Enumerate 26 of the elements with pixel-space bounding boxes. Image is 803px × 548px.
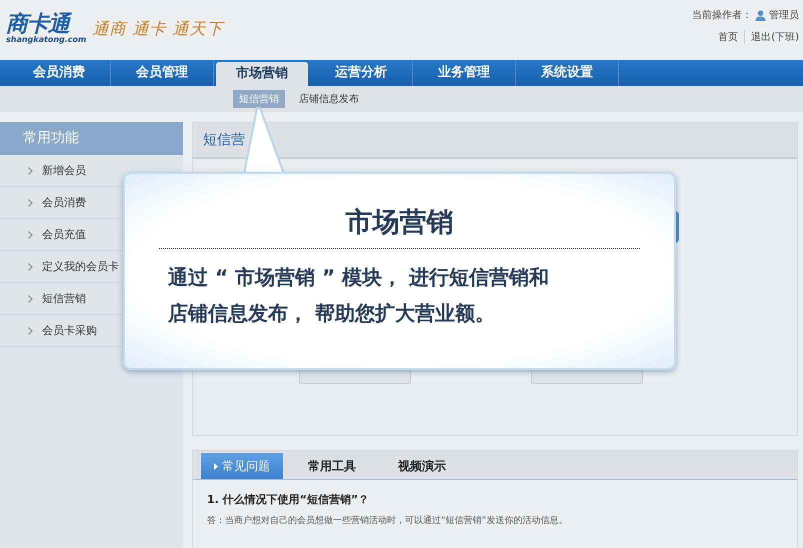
user-icon [755,10,766,20]
subnav-tab[interactable]: 店铺信息发布 [293,90,365,108]
header-link[interactable]: 退出(下班) [744,30,799,44]
callout-title: 市场营销 [159,204,640,249]
logo-domain: shangkatong.com [6,36,86,44]
nav-tab[interactable]: 市场营销 [216,62,308,86]
chevron-icon [28,198,33,206]
caret-icon [214,462,218,470]
chevron-icon [28,230,33,238]
faq-question: 1. 什么情况下使用“短信营销”？ [207,492,370,507]
header-link[interactable]: 首页 [712,30,738,44]
chevron-icon [28,166,33,174]
panel-button[interactable] [299,370,411,384]
panel-title: 短信营 [203,132,245,148]
sidebar-title: 常用功能 [0,122,183,155]
operator-label: 当前操作者： [692,8,752,22]
slogan: 通商 通卡 通天下 [92,18,224,40]
panel-button[interactable] [531,370,643,384]
chevron-icon [28,262,33,270]
logo-text: 商卡通 [6,14,86,36]
help-tab[interactable]: 视频演示 [381,453,463,479]
help-tab[interactable]: 常用工具 [291,453,373,479]
faq-answer: 答：当商户想对自己的会员想做一些营销活动时，可以通过“短信营销”发送你的活动信息。 [207,514,568,527]
chevron-icon [28,326,33,334]
chevron-icon [28,294,33,302]
operator-name: 管理员 [769,9,799,22]
